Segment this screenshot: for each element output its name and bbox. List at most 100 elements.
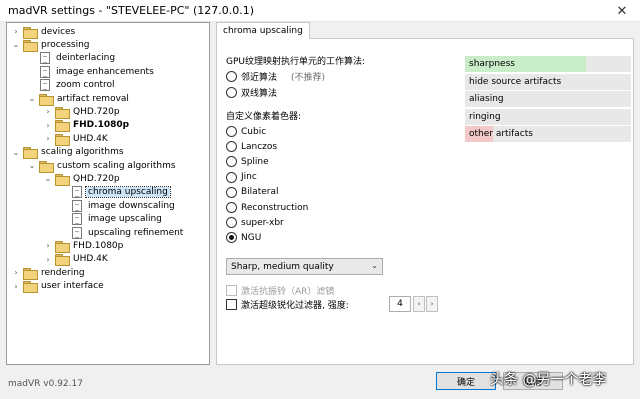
close-icon: ✕ bbox=[616, 3, 628, 19]
strength-decrease-button[interactable]: ‹ bbox=[413, 296, 425, 312]
radio-label: Reconstruction bbox=[241, 202, 309, 213]
tree-item[interactable]: ⌄ custom scaling algorithms bbox=[27, 159, 178, 173]
quality-dropdown[interactable]: Sharp, medium quality ⌄ bbox=[226, 258, 383, 275]
tree-item[interactable]: chroma upscaling bbox=[59, 186, 171, 199]
tree-item-label: QHD.720p bbox=[73, 173, 120, 184]
tree-item[interactable]: › UHD.4K bbox=[43, 253, 110, 267]
anti-ringing-checkbox-row[interactable]: 激活抗振铃（AR）滤镜 bbox=[226, 284, 334, 297]
tree-item[interactable]: › rendering bbox=[11, 266, 87, 280]
tree-item[interactable]: image enhancements bbox=[27, 65, 156, 78]
radio-button[interactable] bbox=[226, 232, 237, 244]
radio-button[interactable] bbox=[226, 126, 237, 137]
radio-button[interactable] bbox=[226, 156, 237, 168]
shader-option[interactable]: super-xbr bbox=[226, 217, 284, 229]
folder-icon bbox=[55, 254, 70, 267]
quality-indicator-label: other artifacts bbox=[469, 129, 533, 140]
tree-item[interactable]: › FHD.1080p bbox=[43, 119, 131, 133]
shader-option[interactable]: Spline bbox=[226, 156, 269, 168]
tree-item-label: FHD.1080p bbox=[73, 120, 130, 131]
tree-item-label: user interface bbox=[41, 281, 104, 292]
strength-increase-button[interactable]: › bbox=[426, 296, 438, 312]
tree-item-label: image upscaling bbox=[88, 214, 162, 225]
chevron-down-icon[interactable]: ⌄ bbox=[11, 146, 21, 159]
shader-option[interactable]: Bilateral bbox=[226, 186, 278, 198]
tree-item[interactable]: › user interface bbox=[11, 280, 106, 294]
folder-icon bbox=[55, 173, 70, 186]
super-sharpen-checkbox[interactable] bbox=[226, 299, 237, 310]
radio-button[interactable] bbox=[226, 217, 237, 229]
settings-tree[interactable]: › devices ⌄ processing deinterlacing image en… bbox=[6, 22, 210, 365]
tree-item-label: FHD.1080p bbox=[73, 240, 124, 251]
shader-option[interactable]: Jinc bbox=[226, 171, 257, 183]
tree-item[interactable]: image upscaling bbox=[59, 213, 164, 226]
tree-item[interactable]: zoom control bbox=[27, 79, 117, 92]
tree-item[interactable]: › QHD.720p bbox=[43, 105, 122, 119]
quality-dropdown-value: Sharp, medium quality bbox=[231, 261, 334, 272]
radio-button[interactable] bbox=[226, 171, 237, 183]
shader-option[interactable]: Reconstruction bbox=[226, 202, 308, 213]
chevron-down-icon[interactable]: ⌄ bbox=[27, 92, 37, 105]
tree-item-label: deinterlacing bbox=[56, 53, 116, 64]
tree-item[interactable]: ⌄ artifact removal bbox=[27, 92, 131, 106]
tree-item[interactable]: ⌄ QHD.720p bbox=[43, 172, 122, 186]
tree-item[interactable]: › FHD.1080p bbox=[43, 239, 125, 253]
ok-button-label: 确定 bbox=[456, 377, 475, 388]
radio-bilinear[interactable]: 双线算法 bbox=[226, 86, 277, 99]
chevron-right-icon[interactable]: › bbox=[11, 25, 21, 38]
tree-item[interactable]: ⌄ scaling algorithms bbox=[11, 146, 126, 160]
shader-option[interactable]: NGU bbox=[226, 232, 261, 244]
quality-indicator: other artifacts bbox=[465, 126, 631, 143]
tree-item[interactable]: image downscaling bbox=[59, 199, 177, 212]
tree-item[interactable]: upscaling refinement bbox=[59, 226, 185, 239]
radio-button[interactable] bbox=[226, 186, 237, 198]
chevron-right-icon[interactable]: › bbox=[43, 132, 53, 145]
folder-icon bbox=[23, 267, 38, 280]
chevron-right-icon[interactable]: › bbox=[11, 280, 21, 293]
watermark-text: 头条 @另一个老李 bbox=[490, 372, 607, 388]
radio-label: 邻近算法 bbox=[241, 73, 278, 83]
radio-label: Spline bbox=[241, 156, 269, 167]
anti-ringing-label: 激活抗振铃（AR）滤镜 bbox=[241, 287, 335, 297]
radio-nearest-neighbor[interactable]: 邻近算法 (不推荐) bbox=[226, 70, 325, 83]
super-sharpen-checkbox-row[interactable]: 激活超级锐化过滤器, 强度: bbox=[226, 298, 349, 311]
radio-button[interactable] bbox=[226, 202, 237, 213]
super-sharpen-label: 激活超级锐化过滤器, 强度: bbox=[241, 301, 349, 311]
radio-button[interactable] bbox=[226, 141, 237, 153]
tree-item[interactable]: ⌄ processing bbox=[11, 38, 92, 52]
tree-item-label: QHD.720p bbox=[73, 106, 120, 117]
page-icon bbox=[40, 79, 50, 92]
anti-ringing-checkbox[interactable] bbox=[226, 285, 237, 296]
tree-item-label: custom scaling algorithms bbox=[57, 160, 176, 171]
folder-icon bbox=[39, 93, 54, 106]
ok-button[interactable]: 确定 bbox=[436, 372, 496, 390]
tree-item[interactable]: deinterlacing bbox=[27, 52, 117, 65]
chevron-right-icon[interactable]: › bbox=[43, 105, 53, 118]
chevron-right-icon[interactable]: › bbox=[11, 266, 21, 279]
chevron-down-icon[interactable]: ⌄ bbox=[11, 38, 21, 51]
strength-value: 4 bbox=[397, 299, 403, 309]
radio-note: (不推荐) bbox=[291, 73, 326, 83]
close-button[interactable]: ✕ bbox=[604, 0, 640, 22]
shader-option[interactable]: Cubic bbox=[226, 126, 266, 137]
folder-icon bbox=[55, 106, 70, 119]
shader-option[interactable]: Lanczos bbox=[226, 141, 277, 153]
quality-indicator-label: ringing bbox=[469, 111, 501, 122]
tree-item[interactable]: › UHD.4K bbox=[43, 132, 110, 146]
gpu-algorithm-heading: GPU纹理映射执行单元的工作算法: bbox=[226, 57, 366, 67]
tree-item-label: image enhancements bbox=[56, 66, 154, 77]
chevron-down-icon[interactable]: ⌄ bbox=[43, 172, 53, 185]
radio-button[interactable] bbox=[226, 87, 237, 98]
tree-item-label: image downscaling bbox=[88, 200, 175, 211]
chevron-right-icon[interactable]: › bbox=[43, 119, 53, 132]
tab-chroma-upscaling[interactable]: chroma upscaling bbox=[216, 22, 310, 39]
chevron-right-icon[interactable]: › bbox=[43, 253, 53, 266]
tree-item-label: scaling algorithms bbox=[41, 147, 124, 158]
strength-input[interactable]: 4 bbox=[389, 296, 411, 312]
radio-button[interactable] bbox=[226, 71, 237, 82]
chevron-right-icon[interactable]: › bbox=[43, 239, 53, 252]
tree-item[interactable]: › devices bbox=[11, 25, 77, 39]
chevron-down-icon[interactable]: ⌄ bbox=[27, 159, 37, 172]
